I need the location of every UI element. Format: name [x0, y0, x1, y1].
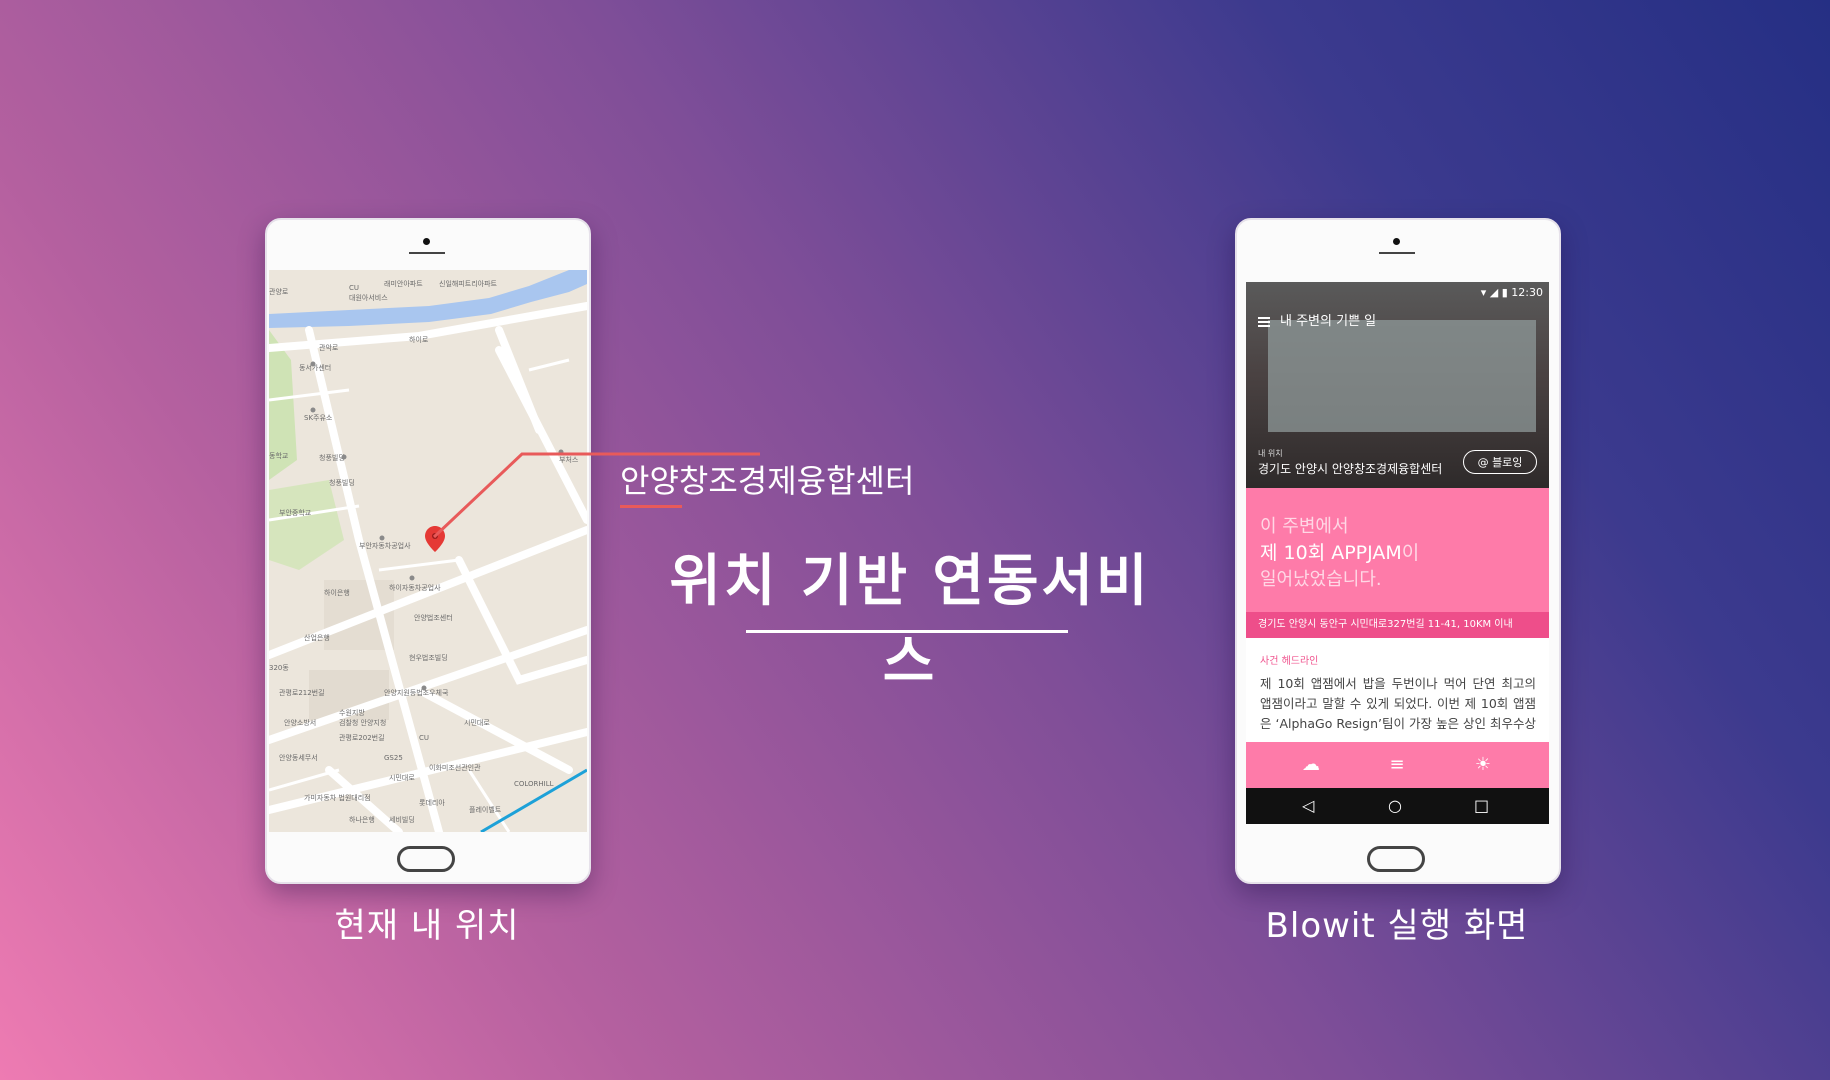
presentation-slide-photo: [1268, 320, 1536, 432]
svg-text:SK주유소: SK주유소: [304, 414, 333, 422]
svg-text:하이로: 하이로: [409, 335, 429, 344]
svg-text:하이자동차공업사: 하이자동차공업사: [389, 583, 441, 592]
current-location-text: 경기도 안양시 안양창조경제융합센터: [1258, 462, 1443, 476]
sun-tab-icon[interactable]: ☀: [1472, 754, 1494, 776]
summary-line-2: 제 10회 APPJAM이: [1260, 538, 1419, 565]
recents-icon[interactable]: □: [1474, 796, 1489, 816]
svg-text:래미안아파트: 래미안아파트: [384, 279, 423, 288]
home-circle-icon[interactable]: ○: [1388, 796, 1402, 816]
svg-text:안양소방서: 안양소방서: [284, 718, 316, 727]
svg-text:가미자동차 법원대리점: 가미자동차 법원대리점: [304, 793, 371, 802]
status-time: 12:30: [1511, 286, 1543, 299]
wifi-icon: ▾: [1480, 286, 1487, 299]
svg-text:GS25: GS25: [384, 754, 403, 762]
left-caption: 현재 내 위치: [334, 906, 520, 946]
svg-text:관평로212번길: 관평로212번길: [279, 688, 325, 697]
article-text: 제 10회 앱잼에서 밥을 두번이나 먹어 단연 최고의 앱잼이라고 말할 수 …: [1260, 676, 1536, 731]
svg-text:부안자동차공업사: 부안자동차공업사: [359, 541, 411, 550]
address-bar: 경기도 안양시 동안구 시민대로327번길 11-41, 10KM 이내: [1246, 612, 1549, 638]
svg-text:CU: CU: [349, 284, 359, 292]
callout-place-label: 안양창조경제융합센터: [620, 462, 915, 500]
svg-text:하이은행: 하이은행: [324, 588, 350, 597]
signal-icon: ◢: [1489, 286, 1499, 299]
at-icon: @: [1477, 456, 1493, 469]
cloud-tab-icon[interactable]: ☁: [1300, 754, 1322, 776]
headline-divider: [746, 630, 1068, 633]
svg-text:하나은행: 하나은행: [349, 815, 375, 824]
battery-icon: ▮: [1501, 286, 1508, 299]
svg-text:시민대로: 시민대로: [389, 773, 415, 782]
hero-image: ▾ ◢ ▮ 12:30 내 주변의 기쁜 일 내 위치 경기도 안양시 안양창조…: [1246, 282, 1549, 488]
event-summary-card: 이 주변에서 제 10회 APPJAM이 일어났었습니다.: [1246, 488, 1549, 612]
android-nav-bar: ◁ ○ □: [1246, 788, 1549, 824]
svg-text:안양법조센터: 안양법조센터: [414, 613, 453, 622]
list-tab-icon[interactable]: ≡: [1386, 754, 1408, 776]
svg-text:산업은행: 산업은행: [304, 633, 330, 642]
summary-line-1: 이 주변에서: [1260, 516, 1349, 537]
front-camera: [423, 238, 430, 245]
right-phone: ▾ ◢ ▮ 12:30 내 주변의 기쁜 일 내 위치 경기도 안양시 안양창조…: [1235, 218, 1561, 884]
svg-text:안양동세무서: 안양동세무서: [279, 753, 318, 762]
svg-text:CU: CU: [419, 734, 429, 742]
svg-text:청풍빌딩: 청풍빌딩: [319, 453, 345, 462]
event-name: 제 10회 APPJAM: [1260, 542, 1402, 564]
svg-text:대원아서비스: 대원아서비스: [349, 293, 388, 302]
right-caption: Blowit 실행 화면: [1265, 906, 1529, 946]
back-icon[interactable]: ◁: [1302, 796, 1314, 816]
svg-text:플레이벨트: 플레이벨트: [469, 805, 502, 814]
svg-text:관양로: 관양로: [269, 287, 289, 296]
left-phone: 관양로 CU 관악로 하이로 동서가센터 SK주유소 청풍빌딩 청풍빌딩 동학교…: [265, 218, 591, 884]
hamburger-menu-icon[interactable]: [1258, 316, 1270, 327]
my-location-label: 내 위치: [1258, 449, 1283, 458]
callout-underline: [620, 505, 682, 508]
svg-text:이화미조선관인관: 이화미조선관인관: [429, 763, 481, 772]
svg-text:검찰청 안양지청: 검찰청 안양지청: [339, 718, 386, 727]
svg-text:안양지원등법조우체국: 안양지원등법조우체국: [384, 688, 449, 697]
svg-text:부안중학교: 부안중학교: [279, 508, 312, 517]
svg-text:롯데리아: 롯데리아: [419, 798, 445, 807]
svg-text:동학교: 동학교: [269, 451, 289, 460]
app-screen: ▾ ◢ ▮ 12:30 내 주변의 기쁜 일 내 위치 경기도 안양시 안양창조…: [1246, 282, 1549, 824]
svg-text:청풍빌딩: 청풍빌딩: [329, 478, 355, 487]
headline: 위치 기반 연동서비스: [669, 549, 1151, 695]
toolbar-title: 내 주변의 기쁜 일: [1280, 314, 1377, 329]
svg-text:관악로: 관악로: [319, 343, 339, 352]
blog-button[interactable]: @ 블로잉: [1463, 450, 1537, 474]
summary-line-3: 일어났었습니다.: [1260, 569, 1382, 590]
map-view[interactable]: 관양로 CU 관악로 하이로 동서가센터 SK주유소 청풍빌딩 청풍빌딩 동학교…: [269, 270, 587, 832]
svg-text:COLORHILL: COLORHILL: [514, 780, 554, 788]
blog-button-label: 블로잉: [1492, 456, 1523, 469]
event-particle: 이: [1401, 542, 1420, 564]
svg-text:부처스: 부처스: [559, 455, 579, 464]
map-canvas[interactable]: 관양로 CU 관악로 하이로 동서가센터 SK주유소 청풍빌딩 청풍빌딩 동학교…: [269, 270, 587, 832]
home-button[interactable]: [1367, 846, 1425, 872]
svg-text:관평로202번길: 관평로202번길: [339, 733, 385, 742]
svg-text:시민대로: 시민대로: [464, 718, 490, 727]
svg-text:수원지방: 수원지방: [339, 708, 365, 717]
earpiece-speaker: [1379, 252, 1415, 254]
svg-text:320동: 320동: [269, 664, 289, 672]
svg-text:현우법조빌딩: 현우법조빌딩: [409, 653, 448, 662]
bottom-tab-bar: ☁ ≡ ☀: [1246, 742, 1549, 788]
status-bar: ▾ ◢ ▮ 12:30: [1481, 286, 1543, 299]
front-camera: [1393, 238, 1400, 245]
svg-text:신일해피트리아파트: 신일해피트리아파트: [439, 279, 498, 288]
svg-text:세비빌딩: 세비빌딩: [389, 815, 415, 824]
earpiece-speaker: [409, 252, 445, 254]
section-title: 사건 헤드라인: [1260, 656, 1319, 667]
home-button[interactable]: [397, 846, 455, 872]
app-toolbar: 내 주변의 기쁜 일: [1258, 310, 1376, 329]
